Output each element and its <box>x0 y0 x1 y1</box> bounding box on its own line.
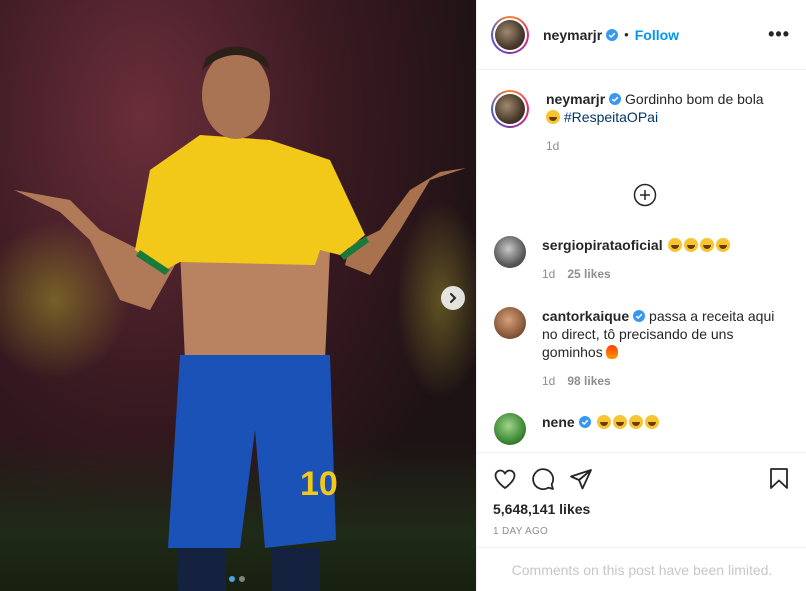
fire-emoji-icon <box>605 345 618 359</box>
laughing-emoji-icon <box>716 238 731 252</box>
rofl-emoji-icon <box>546 110 560 124</box>
laughing-emoji-icon <box>644 415 659 429</box>
laughing-emoji-icon <box>596 415 611 429</box>
chevron-right-icon <box>450 293 457 303</box>
avatar[interactable] <box>491 90 529 128</box>
avatar[interactable] <box>494 236 526 268</box>
carousel-indicator <box>229 576 245 582</box>
comment-time[interactable]: 1d <box>542 374 555 388</box>
comment-item: sergiopirataoficial 1d 25 likes <box>491 236 787 281</box>
avatar[interactable] <box>494 307 526 339</box>
carousel-dot <box>239 576 245 582</box>
caption-time[interactable]: 1d <box>546 139 791 153</box>
hashtag-link[interactable]: #RespeitaOPai <box>564 109 658 125</box>
carousel-dot-active <box>229 576 235 582</box>
verified-badge-icon <box>633 310 646 322</box>
avatar[interactable] <box>491 15 529 54</box>
comments-limited-notice: Comments on this post have been limited. <box>477 547 806 591</box>
post-photo[interactable]: 10 <box>0 0 476 591</box>
like-heart-icon[interactable] <box>493 467 517 491</box>
emoji-group <box>666 237 731 253</box>
avatar[interactable] <box>494 413 526 445</box>
comment-time[interactable]: 1d <box>542 267 555 281</box>
laughing-emoji-icon <box>612 415 627 429</box>
player-figure: 10 <box>14 46 466 591</box>
comment-username[interactable]: sergiopirataoficial <box>542 237 663 253</box>
verified-badge-icon <box>609 93 622 105</box>
comment-meta: 1d 25 likes <box>542 267 787 281</box>
laughing-emoji-icon <box>628 415 643 429</box>
verified-badge-icon <box>578 416 591 428</box>
post-sidebar: neymarjr • Follow ••• neymarjr Gordinho … <box>476 0 806 591</box>
laughing-emoji-icon <box>684 238 699 252</box>
username-link[interactable]: neymarjr <box>543 27 602 43</box>
comment-username[interactable]: cantorkaique <box>542 308 629 324</box>
comment-likes[interactable]: 25 likes <box>567 267 610 281</box>
caption-text: Gordinho bom de bola <box>625 91 764 107</box>
more-options-icon[interactable]: ••• <box>768 24 790 45</box>
laughing-emoji-icon <box>668 238 683 252</box>
comments-list: neymarjr Gordinho bom de bola #RespeitaO… <box>477 71 806 452</box>
load-more-comments-icon[interactable] <box>633 183 657 207</box>
svg-text:10: 10 <box>300 465 338 503</box>
post-age[interactable]: 1 DAY AGO <box>493 526 791 537</box>
next-photo-button[interactable] <box>441 286 465 310</box>
post-actions: 5,648,141 likes 1 DAY AGO <box>477 452 806 547</box>
like-count[interactable]: 5,648,141 likes <box>493 501 791 517</box>
bookmark-save-icon[interactable] <box>767 467 791 491</box>
caption: neymarjr Gordinho bom de bola #RespeitaO… <box>491 90 791 153</box>
comment-item: nene <box>491 413 787 445</box>
comment-username[interactable]: nene <box>542 414 575 430</box>
verified-badge-icon <box>606 28 619 41</box>
separator: • <box>624 27 629 42</box>
post-header: neymarjr • Follow ••• <box>477 0 806 70</box>
caption-username[interactable]: neymarjr <box>546 91 605 107</box>
comment-likes[interactable]: 98 likes <box>567 374 610 388</box>
comment-bubble-icon[interactable] <box>531 467 555 491</box>
emoji-group <box>595 414 659 430</box>
share-send-icon[interactable] <box>569 467 593 491</box>
comment-item: cantorkaique passa a receita aqui no dir… <box>491 307 787 388</box>
laughing-emoji-icon <box>700 238 715 252</box>
follow-button[interactable]: Follow <box>635 27 679 43</box>
comment-meta: 1d 98 likes <box>542 374 787 388</box>
